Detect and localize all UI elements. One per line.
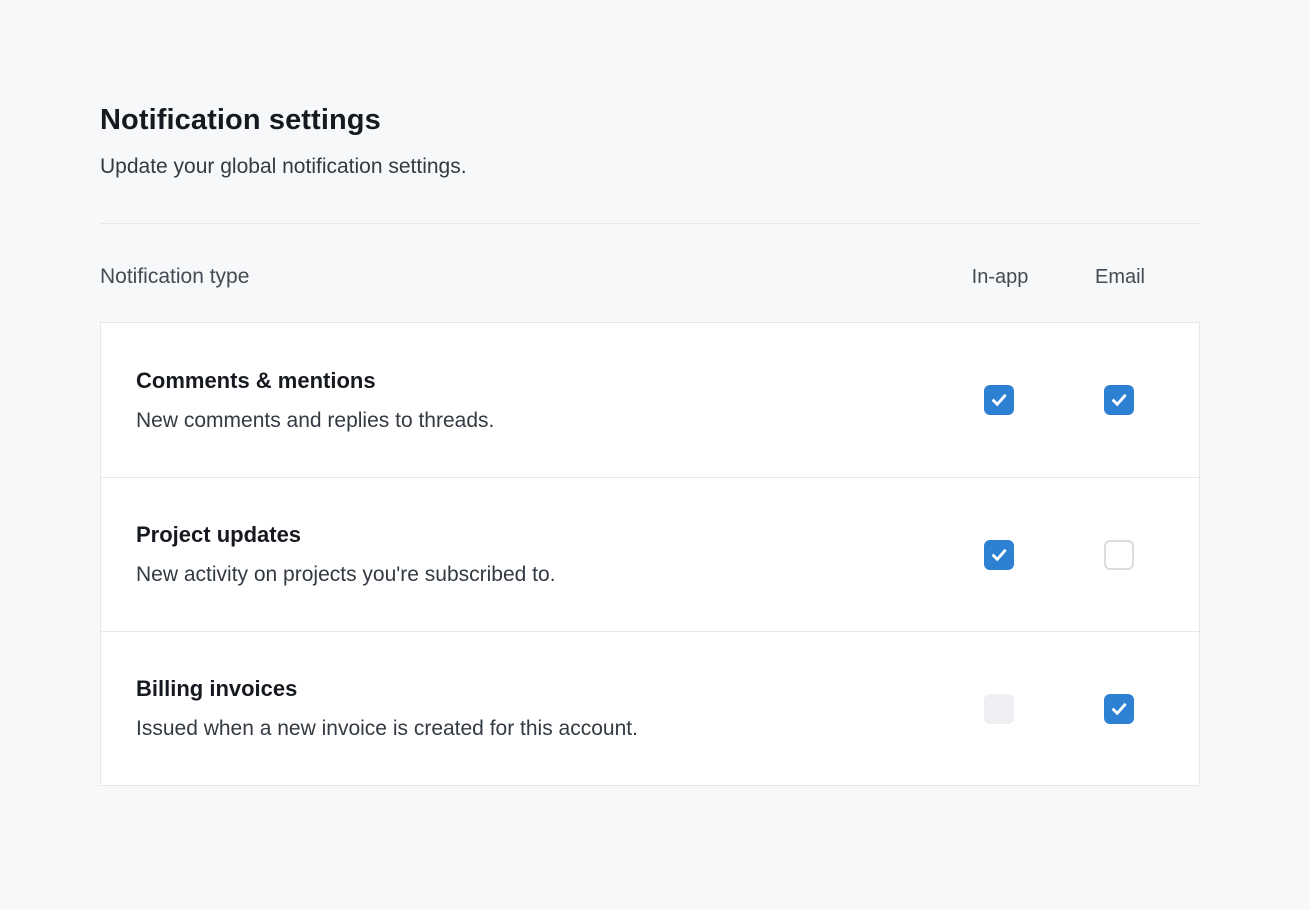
checkbox-email[interactable] xyxy=(1104,385,1134,415)
row-title: Comments & mentions xyxy=(136,368,939,394)
column-header-in-app: In-app xyxy=(940,266,1060,289)
checkmark-icon xyxy=(989,390,1009,410)
checkbox-in-app[interactable] xyxy=(984,540,1014,570)
notification-row: Comments & mentions New comments and rep… xyxy=(101,323,1199,477)
notification-row: Billing invoices Issued when a new invoi… xyxy=(101,631,1199,785)
checkmark-icon xyxy=(1109,390,1129,410)
row-title: Billing invoices xyxy=(136,676,939,702)
row-text: Billing invoices Issued when a new invoi… xyxy=(136,676,939,741)
row-text: Project updates New activity on projects… xyxy=(136,522,939,587)
row-checkbox-columns xyxy=(939,540,1179,570)
checkbox-email[interactable] xyxy=(1104,694,1134,724)
checkmark-icon xyxy=(1109,699,1129,719)
page-subtitle: Update your global notification settings… xyxy=(100,155,1200,179)
notification-rows: Comments & mentions New comments and rep… xyxy=(100,322,1200,786)
section-divider xyxy=(100,223,1200,224)
row-title: Project updates xyxy=(136,522,939,548)
checkbox-email[interactable] xyxy=(1104,540,1134,570)
column-header-email: Email xyxy=(1060,266,1180,289)
row-checkbox-columns xyxy=(939,694,1179,724)
notification-row: Project updates New activity on projects… xyxy=(101,477,1199,631)
notification-settings-page: Notification settings Update your global… xyxy=(100,0,1200,786)
column-headers: In-app Email xyxy=(940,266,1180,289)
row-description: New comments and replies to threads. xyxy=(136,409,939,433)
page-title: Notification settings xyxy=(100,104,1200,137)
table-header: Notification type In-app Email xyxy=(100,265,1200,289)
checkbox-in-app xyxy=(984,694,1014,724)
row-text: Comments & mentions New comments and rep… xyxy=(136,368,939,433)
checkbox-in-app[interactable] xyxy=(984,385,1014,415)
row-description: New activity on projects you're subscrib… xyxy=(136,563,939,587)
column-header-notification-type: Notification type xyxy=(100,265,940,289)
row-checkbox-columns xyxy=(939,385,1179,415)
checkmark-icon xyxy=(989,545,1009,565)
row-description: Issued when a new invoice is created for… xyxy=(136,717,939,741)
